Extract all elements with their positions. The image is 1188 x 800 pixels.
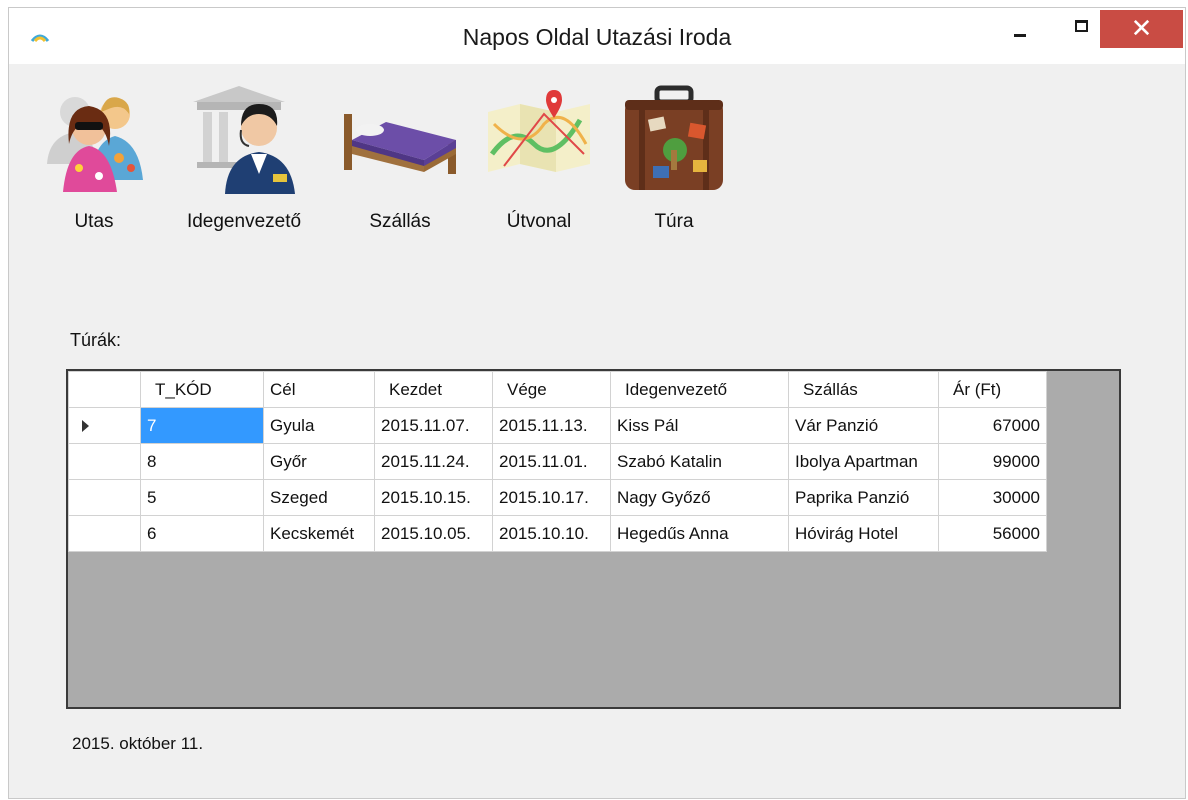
toolbar-button-utas[interactable]: Utas [39, 84, 149, 232]
row-header[interactable] [68, 515, 141, 552]
row-header[interactable] [68, 407, 141, 444]
map-icon [488, 90, 590, 172]
maximize-icon [1075, 20, 1088, 32]
main-window: Napos Oldal Utazási Iroda ✕ Utas Idegenv… [8, 7, 1186, 799]
table-row[interactable]: 8 Győr 2015.11.24. 2015.11.01. Szabó Kat… [68, 443, 1047, 480]
column-header-szallas[interactable]: Szállás [788, 371, 939, 408]
cell-vege[interactable]: 2015.11.13. [492, 407, 611, 444]
column-header-t-kod[interactable]: T_KÓD [140, 371, 264, 408]
cell-szallas[interactable]: Hóvirág Hotel [788, 515, 939, 552]
cell-vege[interactable]: 2015.10.10. [492, 515, 611, 552]
table-row[interactable]: 6 Kecskemét 2015.10.05. 2015.10.10. Hege… [68, 515, 1047, 552]
cell-idegenvezeto[interactable]: Szabó Katalin [610, 443, 789, 480]
cell-ar[interactable]: 30000 [938, 479, 1047, 516]
people-icon [47, 97, 143, 192]
minimize-button[interactable] [999, 10, 1045, 46]
cell-ar[interactable]: 99000 [938, 443, 1047, 480]
tours-table: T_KÓD Cél Kezdet Vége Idegenvezető Száll… [68, 371, 1047, 552]
header-row: T_KÓD Cél Kezdet Vége Idegenvezető Száll… [68, 371, 1047, 408]
minimize-icon [1014, 34, 1026, 37]
tours-grid[interactable]: T_KÓD Cél Kezdet Vége Idegenvezető Száll… [66, 369, 1121, 709]
cell-idegenvezeto[interactable]: Kiss Pál [610, 407, 789, 444]
close-button[interactable]: ✕ [1100, 10, 1183, 48]
cell-idegenvezeto[interactable]: Nagy Győző [610, 479, 789, 516]
cell-szallas[interactable]: Ibolya Apartman [788, 443, 939, 480]
column-header-kezdet[interactable]: Kezdet [374, 371, 493, 408]
title-bar[interactable]: Napos Oldal Utazási Iroda ✕ [9, 8, 1185, 64]
maximize-button[interactable] [1045, 10, 1091, 46]
cell-cel[interactable]: Gyula [263, 407, 375, 444]
close-icon: ✕ [1130, 13, 1153, 43]
cell-vege[interactable]: 2015.11.01. [492, 443, 611, 480]
row-header[interactable] [68, 479, 141, 516]
table-row[interactable]: 7 Gyula 2015.11.07. 2015.11.13. Kiss Pál… [68, 407, 1047, 444]
column-header-idegenvezeto[interactable]: Idegenvezető [610, 371, 789, 408]
toolbar-button-utvonal[interactable]: Útvonal [484, 84, 594, 232]
cell-kezdet[interactable]: 2015.11.24. [374, 443, 493, 480]
column-header-cel[interactable]: Cél [263, 371, 375, 408]
current-row-icon [82, 419, 89, 432]
column-header-ar[interactable]: Ár (Ft) [938, 371, 1047, 408]
toolbar-button-tura[interactable]: Túra [619, 84, 729, 232]
cell-kezdet[interactable]: 2015.10.15. [374, 479, 493, 516]
guide-icon [193, 86, 295, 194]
cell-vege[interactable]: 2015.10.17. [492, 479, 611, 516]
table-row[interactable]: 5 Szeged 2015.10.15. 2015.10.17. Nagy Gy… [68, 479, 1047, 516]
cell-cel[interactable]: Szeged [263, 479, 375, 516]
row-header-corner[interactable] [68, 371, 141, 408]
client-area: Utas Idegenvezető Szállás Útvonal Túra T… [9, 64, 1185, 800]
cell-kezdet[interactable]: 2015.11.07. [374, 407, 493, 444]
tours-label: Túrák: [70, 330, 122, 350]
cell-t-kod[interactable]: 5 [140, 479, 264, 516]
cell-ar[interactable]: 67000 [938, 407, 1047, 444]
suitcase-icon [625, 85, 723, 190]
cell-t-kod[interactable]: 7 [140, 407, 264, 444]
toolbar-button-idegenvezeto[interactable]: Idegenvezető [187, 84, 301, 232]
bed-icon [344, 114, 456, 174]
toolbar-button-szallas[interactable]: Szállás [340, 84, 460, 232]
cell-idegenvezeto[interactable]: Hegedűs Anna [610, 515, 789, 552]
current-date: 2015. október 11. [72, 734, 204, 753]
cell-kezdet[interactable]: 2015.10.05. [374, 515, 493, 552]
cell-t-kod[interactable]: 6 [140, 515, 264, 552]
cell-szallas[interactable]: Vár Panzió [788, 407, 939, 444]
cell-t-kod[interactable]: 8 [140, 443, 264, 480]
toolbar-label-tura: Túra [654, 211, 694, 232]
row-header[interactable] [68, 443, 141, 480]
cell-szallas[interactable]: Paprika Panzió [788, 479, 939, 516]
column-header-vege[interactable]: Vége [492, 371, 611, 408]
cell-ar[interactable]: 56000 [938, 515, 1047, 552]
cell-cel[interactable]: Győr [263, 443, 375, 480]
cell-cel[interactable]: Kecskemét [263, 515, 375, 552]
